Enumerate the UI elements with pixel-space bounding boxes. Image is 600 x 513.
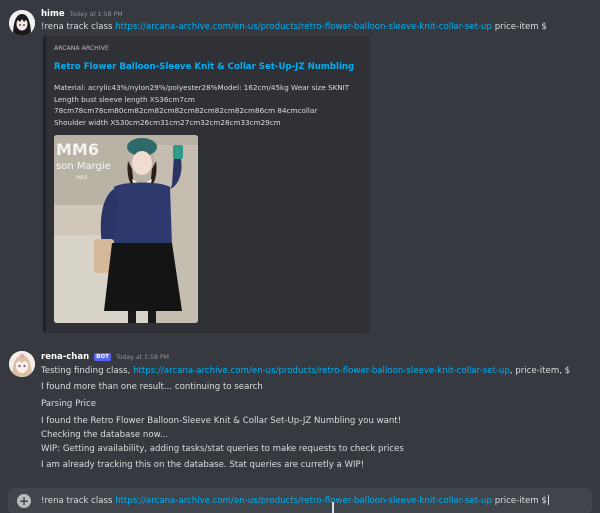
bot-line: I found the Retro Flower Balloon-Sleeve … [41,416,402,426]
message-input[interactable]: + !rena track class https://arcana-archi… [8,488,592,513]
embed-description: Material: acrylic43%/nylon29%/polyester2… [54,82,349,128]
bot-text: Testing finding class, [41,366,134,376]
product-link[interactable]: https://arcana-archive.com/en-us/product… [115,22,492,32]
message-header-hime: hime Today at 1:58 PM [41,9,123,19]
input-text[interactable]: !rena track class https://arcana-archive… [41,495,549,506]
chat-window: hime Today at 1:58 PM !rena track class … [0,0,600,513]
username[interactable]: rena-chan [41,352,89,362]
text-cursor-icon [332,502,334,513]
input-link: https://arcana-archive.com/en-us/product… [115,496,492,506]
command-text-suffix: price-item $ [491,22,547,32]
message-text: !rena track class https://arcana-archive… [41,22,547,32]
username[interactable]: hime [41,9,65,19]
product-photo: MM6 son Margie PARIS [54,135,198,323]
avatar-hime[interactable] [9,10,35,36]
embed-description-line: Material: acrylic43%/nylon29%/polyester2… [54,83,350,92]
image-sign-city: PARIS [76,175,88,180]
bot-line: I found more than one result... continui… [41,382,263,392]
command-text: !rena track class [41,22,116,32]
input-text-suffix: price-item $ [491,496,547,506]
image-sign-small: son Margie [56,161,111,172]
link-embed: ARCANA ARCHIVE Retro Flower Balloon-Slee… [43,36,370,333]
message-text: Testing finding class, https://arcana-ar… [41,366,570,376]
bot-text-suffix: , price-item, $ [509,366,571,376]
bot-line: WIP: Getting availability, adding tasks/… [41,444,404,454]
embed-title[interactable]: Retro Flower Balloon-Sleeve Knit & Colla… [54,62,354,72]
embed-description-line: 78cm78cm78cm80cm82cm82cm82cm82cm82cm82cm… [54,106,318,115]
bot-line: I am already tracking this on the databa… [41,460,365,470]
embed-provider[interactable]: ARCANA ARCHIVE [54,45,109,52]
message-header-rena-chan: rena-chan BOT Today at 1:58 PM [41,352,169,362]
rena-chan-avatar-icon [9,351,35,377]
input-text-prefix: !rena track class [41,496,116,506]
embed-description-line: Length bust sleeve length XS36cm7cm [54,94,195,104]
timestamp: Today at 1:58 PM [69,11,123,18]
bot-line: Checking the database now... [41,430,169,440]
avatar-rena-chan[interactable] [9,351,35,377]
hime-avatar-icon [9,10,35,36]
product-link[interactable]: https://arcana-archive.com/en-us/product… [133,366,510,376]
bot-badge: BOT [94,353,111,361]
bot-line: Parsing Price [41,399,97,409]
text-caret [547,495,549,505]
embed-description-line: Shoulder width XS30cm26cm31cm27cm32cm28c… [54,117,281,127]
product-image[interactable]: MM6 son Margie PARIS [54,135,198,323]
image-sign-big: MM6 [56,140,99,159]
timestamp: Today at 1:58 PM [116,354,169,361]
plus-icon[interactable]: + [17,494,31,508]
